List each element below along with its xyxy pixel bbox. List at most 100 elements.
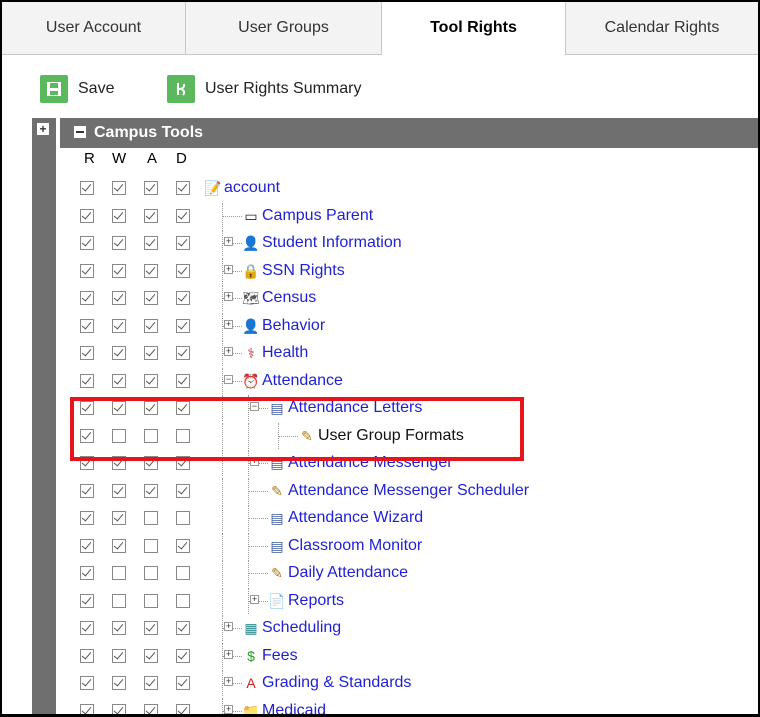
read-right-checkbox[interactable] (80, 181, 94, 195)
tree-node-label[interactable]: Grading & Standards (262, 670, 411, 696)
write-right-checkbox[interactable] (112, 291, 126, 305)
tree-node-label[interactable]: Student Information (262, 230, 402, 256)
write-right-checkbox[interactable] (112, 566, 126, 580)
add-right-checkbox[interactable] (144, 264, 158, 278)
expand-node-toggle[interactable]: + (224, 347, 233, 356)
tree-node-label[interactable]: SSN Rights (262, 258, 345, 284)
delete-right-checkbox[interactable] (176, 374, 190, 388)
read-right-checkbox[interactable] (80, 264, 94, 278)
tab-user-groups[interactable]: User Groups (186, 2, 382, 54)
tab-calendar-rights[interactable]: Calendar Rights (566, 2, 758, 54)
write-right-checkbox[interactable] (112, 374, 126, 388)
tree-node-label[interactable]: Attendance Messenger Scheduler (288, 478, 529, 504)
expand-node-toggle[interactable]: + (224, 650, 233, 659)
add-right-checkbox[interactable] (144, 594, 158, 608)
collapse-node-toggle[interactable]: − (224, 375, 233, 384)
delete-right-checkbox[interactable] (176, 621, 190, 635)
add-right-checkbox[interactable] (144, 236, 158, 250)
tree-node-label[interactable]: Health (262, 340, 308, 366)
tree-node-label[interactable]: Classroom Monitor (288, 533, 422, 559)
add-right-checkbox[interactable] (144, 209, 158, 223)
add-right-checkbox[interactable] (144, 291, 158, 305)
write-right-checkbox[interactable] (112, 346, 126, 360)
read-right-checkbox[interactable] (80, 649, 94, 663)
read-right-checkbox[interactable] (80, 209, 94, 223)
tree-node-label[interactable]: Medicaid (262, 698, 326, 714)
read-right-checkbox[interactable] (80, 621, 94, 635)
add-right-checkbox[interactable] (144, 676, 158, 690)
tree-node-label[interactable]: account (224, 175, 280, 201)
delete-right-checkbox[interactable] (176, 181, 190, 195)
add-right-checkbox[interactable] (144, 566, 158, 580)
write-right-checkbox[interactable] (112, 621, 126, 635)
add-right-checkbox[interactable] (144, 181, 158, 195)
delete-right-checkbox[interactable] (176, 264, 190, 278)
delete-right-checkbox[interactable] (176, 594, 190, 608)
delete-right-checkbox[interactable] (176, 511, 190, 525)
add-right-checkbox[interactable] (144, 346, 158, 360)
expand-node-toggle[interactable]: + (224, 622, 233, 631)
write-right-checkbox[interactable] (112, 236, 126, 250)
delete-right-checkbox[interactable] (176, 319, 190, 333)
add-right-checkbox[interactable] (144, 374, 158, 388)
delete-right-checkbox[interactable] (176, 539, 190, 553)
write-right-checkbox[interactable] (112, 511, 126, 525)
add-right-checkbox[interactable] (144, 319, 158, 333)
write-right-checkbox[interactable] (112, 264, 126, 278)
delete-right-checkbox[interactable] (176, 649, 190, 663)
read-right-checkbox[interactable] (80, 676, 94, 690)
expand-node-toggle[interactable]: + (224, 265, 233, 274)
tab-tool-rights[interactable]: Tool Rights (382, 2, 566, 55)
write-right-checkbox[interactable] (112, 181, 126, 195)
write-right-checkbox[interactable] (112, 484, 126, 498)
tab-user-account[interactable]: User Account (2, 2, 186, 54)
delete-right-checkbox[interactable] (176, 566, 190, 580)
write-right-checkbox[interactable] (112, 704, 126, 714)
collapse-campus-tools-toggle[interactable] (74, 126, 86, 138)
expand-node-toggle[interactable]: + (250, 595, 259, 604)
write-right-checkbox[interactable] (112, 594, 126, 608)
read-right-checkbox[interactable] (80, 539, 94, 553)
write-right-checkbox[interactable] (112, 319, 126, 333)
delete-right-checkbox[interactable] (176, 291, 190, 305)
read-right-checkbox[interactable] (80, 704, 94, 714)
read-right-checkbox[interactable] (80, 566, 94, 580)
read-right-checkbox[interactable] (80, 319, 94, 333)
expand-all-toggle[interactable]: + (37, 123, 49, 135)
expand-node-toggle[interactable]: + (224, 320, 233, 329)
tree-node-label[interactable]: Campus Parent (262, 203, 373, 229)
delete-right-checkbox[interactable] (176, 346, 190, 360)
add-right-checkbox[interactable] (144, 539, 158, 553)
read-right-checkbox[interactable] (80, 346, 94, 360)
tree-node-label[interactable]: Behavior (262, 313, 325, 339)
expand-node-toggle[interactable]: + (224, 292, 233, 301)
tree-node-label[interactable]: Attendance (262, 368, 343, 394)
tree-node-label[interactable]: Daily Attendance (288, 560, 408, 586)
tree-node-label[interactable]: Attendance Wizard (288, 505, 423, 531)
tree-node-label[interactable]: Reports (288, 588, 344, 614)
user-rights-summary-button[interactable]: User Rights Summary (167, 73, 361, 105)
add-right-checkbox[interactable] (144, 484, 158, 498)
read-right-checkbox[interactable] (80, 594, 94, 608)
read-right-checkbox[interactable] (80, 511, 94, 525)
read-right-checkbox[interactable] (80, 484, 94, 498)
delete-right-checkbox[interactable] (176, 236, 190, 250)
expand-node-toggle[interactable]: + (224, 237, 233, 246)
tree-node-label[interactable]: Census (262, 285, 316, 311)
read-right-checkbox[interactable] (80, 291, 94, 305)
delete-right-checkbox[interactable] (176, 209, 190, 223)
delete-right-checkbox[interactable] (176, 676, 190, 690)
delete-right-checkbox[interactable] (176, 484, 190, 498)
tree-node-label[interactable]: Fees (262, 643, 298, 669)
read-right-checkbox[interactable] (80, 374, 94, 388)
expand-node-toggle[interactable]: + (224, 677, 233, 686)
tree-node-label[interactable]: Scheduling (262, 615, 341, 641)
expand-node-toggle[interactable]: + (224, 705, 233, 714)
add-right-checkbox[interactable] (144, 704, 158, 714)
delete-right-checkbox[interactable] (176, 704, 190, 714)
read-right-checkbox[interactable] (80, 236, 94, 250)
write-right-checkbox[interactable] (112, 676, 126, 690)
save-button[interactable]: Save (40, 73, 114, 105)
add-right-checkbox[interactable] (144, 511, 158, 525)
write-right-checkbox[interactable] (112, 539, 126, 553)
